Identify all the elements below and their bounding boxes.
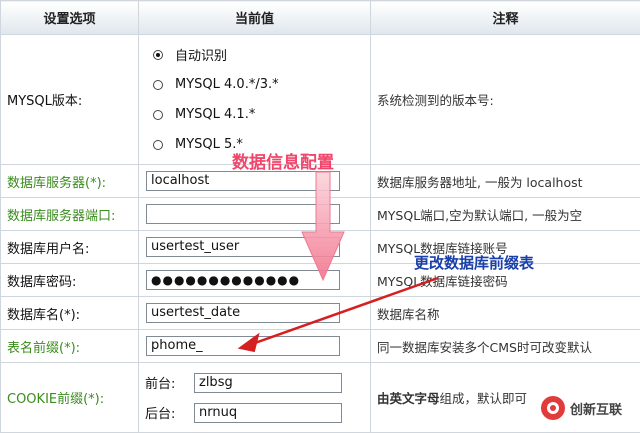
arrow-red-line	[252, 278, 438, 344]
annotation-arrows	[0, 0, 640, 428]
arrow-red-head	[240, 335, 258, 351]
watermark-text: 创新互联	[570, 399, 622, 418]
watermark-logo-icon	[540, 395, 566, 421]
annotation-prefix-change: 更改数据库前缀表	[414, 252, 534, 273]
annotation-db-config: 数据信息配置	[232, 148, 334, 173]
arrow-down-pink	[302, 172, 344, 280]
watermark: 创新互联	[534, 388, 640, 428]
